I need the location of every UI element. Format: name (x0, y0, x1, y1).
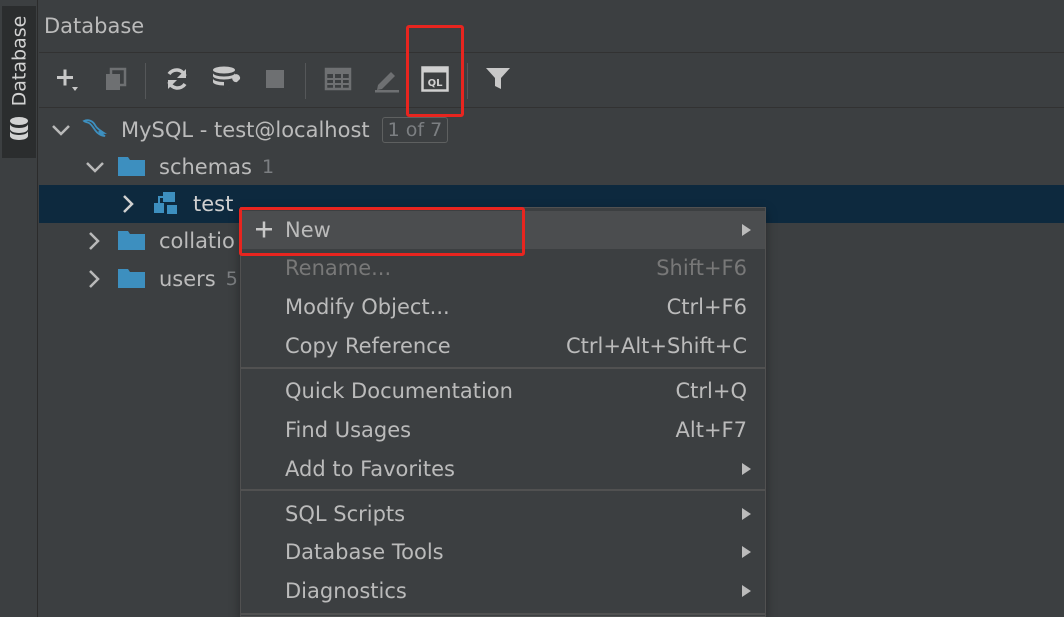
filter-button[interactable] (481, 65, 515, 97)
database-wrench-icon (211, 65, 243, 97)
submenu-arrow-icon (742, 224, 751, 236)
edit-source-button[interactable] (370, 65, 404, 97)
menu-item-label: Find Usages (285, 418, 412, 442)
add-button[interactable] (49, 65, 83, 97)
menu-separator (241, 613, 765, 615)
menu-item-label: SQL Scripts (285, 502, 406, 526)
refresh-icon (163, 65, 191, 97)
schemas-label: schemas (159, 155, 252, 179)
tree-row-schemas[interactable]: schemas 1 (39, 148, 1064, 186)
pencil-icon (373, 65, 401, 97)
tree-row-collations[interactable]: collatio (39, 222, 239, 260)
menu-item-label: Diagnostics (285, 579, 407, 603)
submenu-arrow-icon (742, 508, 751, 520)
data-source-properties-button[interactable] (210, 65, 244, 97)
panel-title: Database (44, 14, 145, 38)
menu-item-shortcut: Ctrl+Q (675, 379, 748, 403)
chevron-right-icon (115, 185, 145, 223)
duplicate-button[interactable] (99, 65, 133, 97)
menu-item-diagnostics[interactable]: Diagnostics (241, 572, 765, 610)
folder-icon (117, 222, 159, 260)
table-editor-button[interactable] (321, 65, 355, 97)
menu-item-label: Modify Object... (285, 295, 450, 319)
database-stack-icon (8, 116, 30, 148)
side-tool-strip: Database (0, 0, 38, 617)
copy-icon (103, 66, 129, 96)
stop-button[interactable] (258, 65, 292, 97)
highlight-box-new (239, 207, 525, 256)
submenu-arrow-icon (742, 463, 751, 475)
datasource-badge: 1 of 7 (381, 117, 449, 143)
toolbar-separator (305, 63, 306, 99)
menu-item-shortcut: Alt+F7 (675, 418, 747, 442)
database-tab-label-wrap: Database (2, 6, 36, 116)
menu-item-quick-documentation[interactable]: Quick Documentation Ctrl+Q (241, 372, 765, 410)
users-label: users (159, 267, 216, 291)
plus-icon (52, 65, 80, 97)
submenu-arrow-icon (742, 546, 751, 558)
folder-icon (117, 148, 159, 186)
database-tool-window-tab[interactable]: Database (2, 6, 36, 158)
table-icon (324, 67, 352, 95)
menu-item-label: Database Tools (285, 540, 444, 564)
menu-item-sql-scripts[interactable]: SQL Scripts (241, 495, 765, 533)
toolbar-separator (145, 63, 146, 99)
submenu-arrow-icon (742, 585, 751, 597)
menu-item-find-usages[interactable]: Find Usages Alt+F7 (241, 411, 765, 449)
panel-header: Database (39, 0, 1064, 52)
menu-item-shortcut: Shift+F6 (656, 256, 747, 280)
schema-test-label: test (193, 192, 234, 216)
menu-item-shortcut: Ctrl+F6 (666, 295, 747, 319)
funnel-icon (485, 66, 511, 96)
tree-row-datasource[interactable]: MySQL - test@localhost 1 of 7 (39, 111, 1064, 149)
users-count: 5 (225, 268, 238, 290)
chevron-down-icon (47, 111, 77, 149)
tree-row-users[interactable]: users 5 (39, 260, 239, 298)
schema-icon (151, 185, 193, 223)
chevron-right-icon (81, 222, 111, 260)
menu-item-modify-object[interactable]: Modify Object... Ctrl+F6 (241, 288, 765, 326)
menu-separator (241, 489, 765, 491)
menu-item-add-to-favorites[interactable]: Add to Favorites (241, 450, 765, 488)
menu-item-shortcut: Ctrl+Alt+Shift+C (566, 334, 747, 358)
chevron-down-icon (81, 148, 111, 186)
refresh-button[interactable] (160, 65, 194, 97)
chevron-right-icon (81, 260, 111, 298)
context-menu: New Rename... Shift+F6 Modify Object... … (240, 207, 766, 617)
folder-icon (117, 260, 159, 298)
database-tab-label: Database (8, 15, 31, 107)
mysql-dolphin-icon (81, 111, 121, 149)
database-toolbar: QL (39, 52, 1064, 108)
menu-item-label: Copy Reference (285, 334, 451, 358)
datasource-label: MySQL - test@localhost (121, 118, 370, 142)
menu-separator (241, 367, 765, 369)
toolbar-separator (467, 63, 468, 99)
menu-item-database-tools[interactable]: Database Tools (241, 533, 765, 571)
schemas-count: 1 (261, 156, 275, 178)
collations-label: collatio (159, 229, 235, 253)
highlight-box-console (406, 25, 464, 117)
menu-item-label: Quick Documentation (285, 379, 513, 403)
menu-item-label: Rename... (285, 256, 392, 280)
menu-item-copy-reference[interactable]: Copy Reference Ctrl+Alt+Shift+C (241, 327, 765, 365)
stop-icon (264, 68, 286, 94)
menu-item-label: Add to Favorites (285, 457, 455, 481)
